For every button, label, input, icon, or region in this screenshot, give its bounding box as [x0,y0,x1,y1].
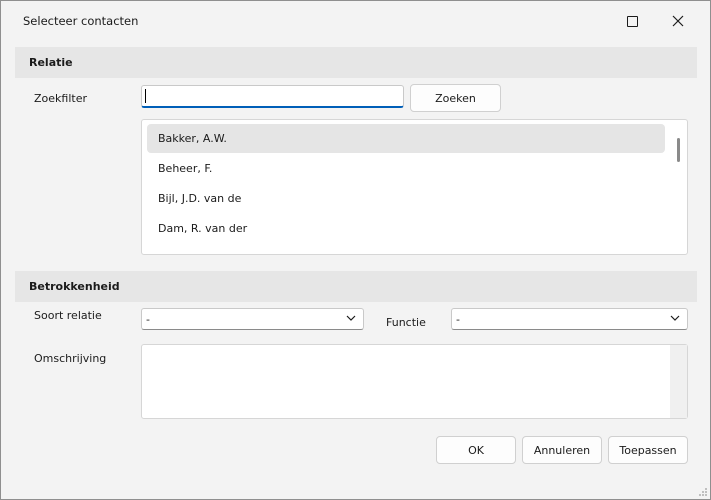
ok-button[interactable]: OK [436,436,516,464]
title-bar[interactable]: Selecteer contacten [1,1,710,41]
contacts-list[interactable]: Bakker, A.W. Beheer, F. Bijl, J.D. van d… [141,119,688,255]
list-scrollbar[interactable] [677,138,680,162]
section-label: Betrokkenheid [29,280,120,293]
section-header-betrokkenheid: Betrokkenheid [15,271,697,302]
soort-relatie-select[interactable]: - [141,308,364,330]
chevron-down-icon [670,315,680,321]
textarea-scrollbar[interactable] [670,345,687,418]
list-item-label: Beheer, F. [158,162,213,175]
window-title: Selecteer contacten [23,14,139,28]
chevron-down-icon [346,315,356,321]
resize-grip-icon[interactable] [698,487,708,497]
search-input[interactable] [141,85,404,108]
select-value: - [456,313,460,326]
maximize-button[interactable] [608,5,654,37]
omschrijving-textarea[interactable] [141,344,688,419]
apply-button[interactable]: Toepassen [608,436,688,464]
list-item-label: Dam, R. van der [158,222,248,235]
omschrijving-label: Omschrijving [34,352,107,365]
maximize-icon [627,16,638,27]
search-button[interactable]: Zoeken [410,84,501,112]
list-item[interactable]: Dam, R. van der [147,214,665,243]
select-value: - [146,313,150,326]
text-caret [145,89,146,103]
functie-label: Functie [386,316,426,329]
functie-select[interactable]: - [451,308,688,330]
list-item-label: Bakker, A.W. [158,132,227,145]
list-item[interactable]: Beheer, F. [147,154,665,183]
list-item[interactable]: Bijl, J.D. van de [147,184,665,213]
list-item-label: Bijl, J.D. van de [158,192,242,205]
close-button[interactable] [655,5,701,37]
soort-relatie-label: Soort relatie [34,309,102,322]
close-icon [672,15,684,27]
section-header-relatie: Relatie [15,47,697,78]
cancel-button[interactable]: Annuleren [522,436,602,464]
section-label: Relatie [29,56,73,69]
zoekfilter-label: Zoekfilter [34,92,87,105]
dialog-window: Selecteer contacten Relatie Zoekfilter Z… [0,0,711,500]
list-item[interactable]: Bakker, A.W. [147,124,665,153]
